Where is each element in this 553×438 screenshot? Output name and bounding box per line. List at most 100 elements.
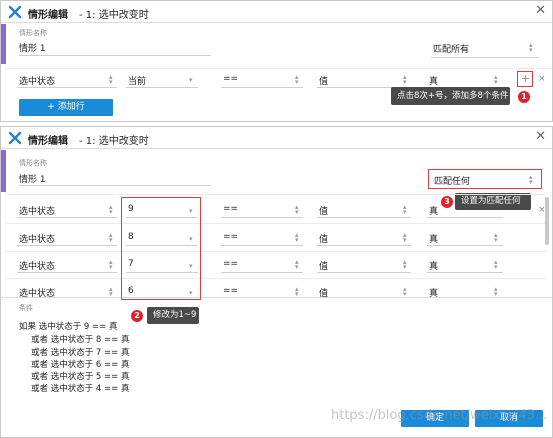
row-separator xyxy=(6,223,546,224)
annotation-callout-1: 点击8次+号，添加多8个条件 xyxy=(391,87,510,105)
close-icon[interactable]: ✕ xyxy=(535,4,546,18)
select-updown-icon: ▴ ▾ xyxy=(109,258,113,271)
condition-field-select[interactable]: 选中状态 xyxy=(19,204,55,217)
annotation-badge-1: 1 xyxy=(518,91,530,103)
select-updown-icon: ▴ ▾ xyxy=(295,258,299,271)
condition-field-select[interactable]: 选中状态 xyxy=(19,232,55,245)
field-underline xyxy=(17,245,117,246)
dialog-title: 情形编辑 xyxy=(28,136,68,147)
field-underline xyxy=(17,217,117,218)
select-updown-icon: ▴ ▾ xyxy=(494,231,498,244)
condition-operator-select[interactable]: == xyxy=(223,286,238,296)
condition-operator-select[interactable]: == xyxy=(223,232,238,242)
row-separator xyxy=(6,68,552,69)
dialog-title-bar: 情形编辑 - 1: 选中改变时 ✕ xyxy=(1,127,552,149)
annotation-callout-3: 设置为匹配任何 xyxy=(455,193,531,210)
condition-result-select[interactable]: 真 xyxy=(429,232,438,245)
accent-bar xyxy=(1,150,6,192)
select-updown-icon: ▴ ▾ xyxy=(295,231,299,244)
condition-type-select[interactable]: 值 xyxy=(319,74,328,87)
select-updown-icon: ▴ ▾ xyxy=(494,73,498,86)
condition-line: 或者 选中状态于 6 == 真 xyxy=(31,360,130,370)
axure-logo-icon xyxy=(8,5,22,19)
operator-underline xyxy=(221,87,303,88)
select-updown-icon: ▴ ▾ xyxy=(403,258,407,271)
conditions-label: 条件 xyxy=(19,304,33,312)
select-updown-icon: ▴ ▾ xyxy=(494,285,498,298)
select-updown-icon: ▴ ▾ xyxy=(403,73,407,86)
axure-logo-icon xyxy=(8,131,22,145)
row-separator xyxy=(6,251,546,252)
dialog-subtitle: - 1: 选中改变时 xyxy=(79,136,149,147)
condition-result-select[interactable]: 真 xyxy=(429,259,438,272)
select-updown-icon: ▴ ▾ xyxy=(109,231,113,244)
add-row-button[interactable]: + 添加行 xyxy=(19,99,113,116)
add-condition-plus-icon[interactable]: + xyxy=(521,72,530,85)
condition-line: 如果 选中状态于 9 == 真 xyxy=(19,322,118,332)
type-underline xyxy=(317,272,411,273)
match-mode-select[interactable]: 匹配所有 xyxy=(433,42,469,55)
field-underline xyxy=(17,87,117,88)
scrollbar-thumb[interactable] xyxy=(545,197,549,245)
select-updown-icon: ▴ ▾ xyxy=(109,203,113,216)
row-separator xyxy=(6,194,546,195)
situation-editor-dialog-top: 情形编辑 - 1: 选中改变时 ✕ 情形名称 情形 1 匹配所有 ▴ ▾ 选中状态… xyxy=(0,0,553,122)
select-updown-icon: ▴ ▾ xyxy=(295,203,299,216)
result-underline xyxy=(427,245,503,246)
select-updown-icon: ▴ ▾ xyxy=(295,285,299,298)
condition-line: 或者 选中状态于 8 == 真 xyxy=(31,335,130,345)
select-updown-icon: ▴ ▾ xyxy=(295,73,299,86)
condition-type-select[interactable]: 值 xyxy=(319,232,328,245)
row-separator xyxy=(6,278,546,279)
select-updown-icon: ▴ ▾ xyxy=(494,258,498,271)
condition-type-select[interactable]: 值 xyxy=(319,204,328,217)
situation-name-label: 情形名称 xyxy=(19,29,47,37)
annotation-badge-2: 2 xyxy=(131,310,143,322)
type-underline xyxy=(317,245,411,246)
watermark-text: https://blog.csdn.net/weixin_43... xyxy=(331,408,548,423)
condition-field-select[interactable]: 选中状态 xyxy=(19,259,55,272)
condition-field-select[interactable]: 选中状态 xyxy=(19,74,55,87)
select-updown-icon: ▴ ▾ xyxy=(529,41,533,54)
condition-result-select[interactable]: 真 xyxy=(429,204,438,217)
condition-type-select[interactable]: 值 xyxy=(319,259,328,272)
condition-value-select[interactable]: 当前 xyxy=(128,74,146,87)
situation-name-input[interactable]: 情形 1 xyxy=(19,172,46,185)
section-divider xyxy=(1,297,552,298)
field-underline xyxy=(17,272,117,273)
situation-editor-dialog-bottom: 情形编辑 - 1: 选中改变时 ✕ 情形名称 情形 1 匹配任何 ▴ ▾ 设置为匹… xyxy=(0,126,553,438)
dialog-subtitle: - 1: 选中改变时 xyxy=(79,10,149,21)
select-updown-icon: ▴ ▾ xyxy=(529,173,533,186)
select-updown-icon: ▴ ▾ xyxy=(403,203,407,216)
condition-operator-select[interactable]: == xyxy=(223,74,238,84)
condition-line: 或者 选中状态于 7 == 真 xyxy=(31,348,130,358)
dropdown-arrow-icon: ▾ xyxy=(189,76,193,84)
select-updown-icon: ▴ ▾ xyxy=(109,285,113,298)
condition-line: 或者 选中状态于 5 == 真 xyxy=(31,372,130,382)
close-icon[interactable]: ✕ xyxy=(535,130,546,144)
situation-name-input[interactable]: 情形 1 xyxy=(19,41,46,54)
condition-operator-select[interactable]: == xyxy=(223,259,238,269)
condition-line: 或者 选中状态于 4 == 真 xyxy=(31,384,130,394)
value-underline xyxy=(126,87,198,88)
name-underline xyxy=(19,185,211,186)
operator-underline xyxy=(221,245,303,246)
accent-bar xyxy=(1,24,6,64)
dialog-title: 情形编辑 xyxy=(28,10,68,21)
select-updown-icon: ▴ ▾ xyxy=(403,231,407,244)
highlight-box-values xyxy=(121,197,201,300)
remove-row-icon[interactable]: × xyxy=(538,74,546,84)
select-updown-icon: ▴ ▾ xyxy=(109,73,113,86)
name-underline xyxy=(19,55,211,56)
type-underline xyxy=(317,217,411,218)
condition-operator-select[interactable]: == xyxy=(223,204,238,214)
dialog-title-bar: 情形编辑 - 1: 选中改变时 ✕ xyxy=(1,1,552,23)
result-underline xyxy=(427,217,503,218)
condition-result-select[interactable]: 真 xyxy=(429,74,438,87)
annotation-callout-2: 修改为1~9 xyxy=(147,307,199,324)
match-underline xyxy=(431,57,539,58)
operator-underline xyxy=(221,272,303,273)
situation-name-label: 情形名称 xyxy=(19,159,47,167)
match-mode-select[interactable]: 匹配任何 xyxy=(434,174,470,187)
annotation-badge-3: 3 xyxy=(441,196,453,208)
